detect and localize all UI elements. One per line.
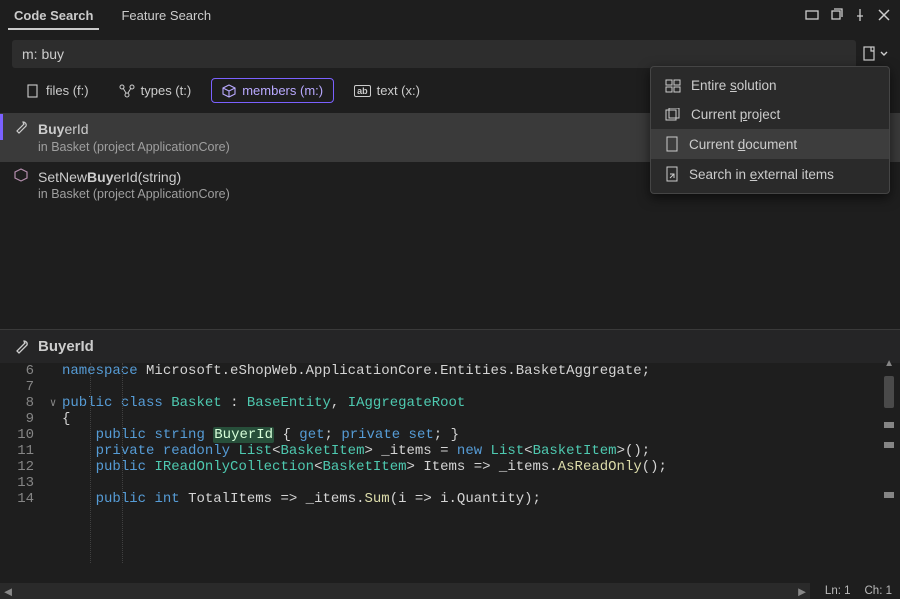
pin-icon[interactable] (850, 5, 870, 25)
code-line[interactable]: 14 public int TotalItems => _items.Sum(i… (0, 491, 900, 507)
scope-label: Current project (691, 107, 875, 122)
code-line[interactable]: 13 (0, 475, 900, 491)
solution-icon (665, 79, 681, 93)
status-line: Ln: 1 (825, 585, 851, 597)
code-line[interactable]: 9{ (0, 411, 900, 427)
horizontal-scrollbar[interactable]: ◄ ► (0, 583, 810, 599)
scope-external-items[interactable]: Search in external items (651, 159, 889, 189)
method-icon (14, 168, 30, 185)
scope-entire-solution[interactable]: Entire solution (651, 71, 889, 100)
code-preview[interactable]: 6namespace Microsoft.eShopWeb.Applicatio… (0, 363, 900, 563)
document-icon (665, 136, 679, 152)
project-icon (665, 108, 681, 122)
popout-icon[interactable] (826, 5, 846, 25)
scope-dropdown-button[interactable] (862, 46, 888, 62)
window-options-icon[interactable] (802, 5, 822, 25)
code-line[interactable]: 6namespace Microsoft.eShopWeb.Applicatio… (0, 363, 900, 379)
tab-feature-search[interactable]: Feature Search (107, 2, 225, 29)
preview-header: BuyerId (0, 329, 900, 363)
filter-files-label: files (f:) (46, 83, 89, 98)
close-icon[interactable] (874, 5, 894, 25)
types-icon (119, 84, 135, 98)
scope-label: Search in external items (689, 167, 875, 182)
result-title: SetNewBuyerId(string) (38, 169, 181, 185)
result-title: BuyerId (38, 121, 89, 137)
filter-members[interactable]: members (m:) (211, 78, 334, 103)
filter-text[interactable]: ab text (x:) (344, 79, 430, 102)
wrench-icon (14, 339, 30, 355)
status-bar: Ln: 1 Ch: 1 (825, 583, 892, 599)
filter-types[interactable]: types (t:) (109, 79, 202, 102)
status-ch: Ch: 1 (865, 585, 893, 597)
scroll-right-icon[interactable]: ► (794, 584, 810, 599)
code-line[interactable]: 8∨public class Basket : BaseEntity, IAgg… (0, 395, 900, 411)
wrench-icon (14, 120, 30, 138)
scroll-up-icon[interactable]: ▲ (884, 358, 894, 369)
filter-types-label: types (t:) (141, 83, 192, 98)
search-input[interactable] (12, 40, 856, 68)
overview-ruler[interactable]: ▲ (882, 372, 896, 575)
filter-files[interactable]: files (f:) (16, 79, 99, 102)
code-line[interactable]: 7 (0, 379, 900, 395)
ab-icon: ab (354, 85, 371, 97)
preview-title: BuyerId (38, 338, 94, 355)
scope-menu: Entire solution Current project Current … (650, 66, 890, 194)
code-line[interactable]: 12 public IReadOnlyCollection<BasketItem… (0, 459, 900, 475)
scope-label: Current document (689, 137, 875, 152)
tab-code-search[interactable]: Code Search (0, 2, 107, 29)
scope-current-document[interactable]: Current document (651, 129, 889, 159)
filter-text-label: text (x:) (377, 83, 420, 98)
code-line[interactable]: 10 public string BuyerId { get; private … (0, 427, 900, 443)
filter-members-label: members (m:) (242, 83, 323, 98)
scroll-left-icon[interactable]: ◄ (0, 584, 16, 599)
chevron-down-icon (880, 50, 888, 58)
scope-current-project[interactable]: Current project (651, 100, 889, 129)
scope-label: Entire solution (691, 78, 875, 93)
external-doc-icon (665, 166, 679, 182)
file-icon (26, 84, 40, 98)
code-line[interactable]: 11 private readonly List<BasketItem> _it… (0, 443, 900, 459)
top-tab-bar: Code Search Feature Search (0, 0, 900, 30)
cube-icon (222, 84, 236, 98)
